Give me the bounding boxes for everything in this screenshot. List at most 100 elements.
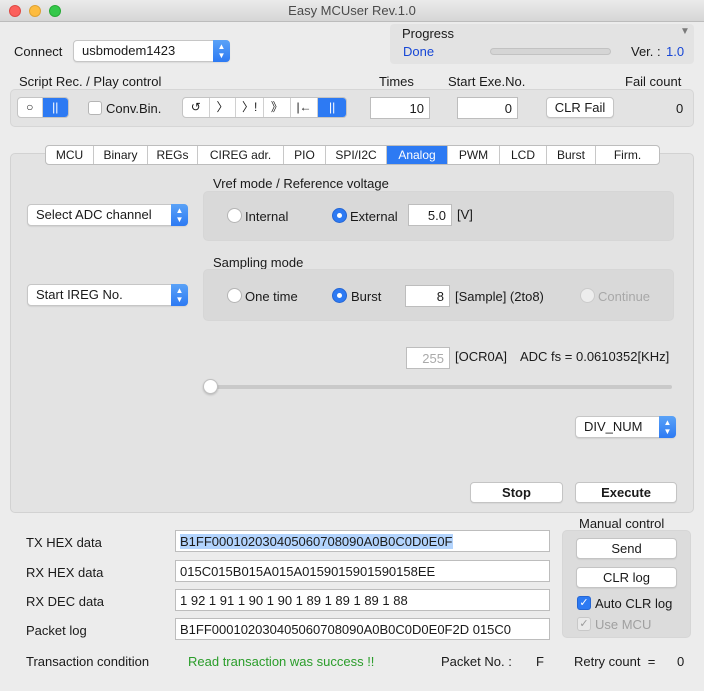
record-button[interactable]: ○ — [18, 98, 43, 117]
version-label: Ver. : — [631, 44, 661, 59]
div-num-select-value: DIV_NUM — [584, 419, 643, 434]
version-value: 1.0 — [666, 44, 685, 59]
progress-label: Progress — [402, 26, 455, 41]
ocr-slider-track[interactable] — [205, 385, 672, 389]
vref-external-label: External — [350, 209, 398, 224]
tab-regs[interactable]: REGs — [148, 146, 198, 164]
continue-label: Continue — [598, 289, 651, 304]
rx-dec-field[interactable]: 1 92 1 91 1 90 1 90 1 89 1 89 1 89 1 88 — [175, 589, 550, 611]
chevron-updown-icon: ▲ ▼ — [171, 284, 188, 306]
sampling-title: Sampling mode — [213, 255, 304, 270]
chevron-updown-icon: ▲ ▼ — [171, 204, 188, 226]
vref-unit-label: [V] — [457, 207, 473, 222]
ocr-input[interactable]: 255 — [406, 347, 450, 369]
vref-title: Vref mode / Reference voltage — [213, 176, 389, 191]
sample-count-input[interactable]: 8 — [405, 285, 450, 307]
close-window-button[interactable] — [9, 5, 21, 17]
record-control[interactable]: ○ || — [17, 97, 69, 118]
tab-bar: MCU Binary REGs CIREG adr. PIO SPI/I2C A… — [45, 145, 660, 165]
times-label: Times — [379, 74, 414, 89]
window-title: Easy MCUser Rev.1.0 — [288, 3, 416, 18]
ireg-select[interactable]: Start IREG No. ▲ ▼ — [27, 284, 188, 306]
use-mcu-label: Use MCU — [595, 617, 652, 632]
tab-firm[interactable]: Firm. — [596, 146, 659, 164]
vref-internal-radio[interactable] — [227, 208, 242, 223]
ocr-label: [OCR0A] — [455, 349, 508, 364]
tab-binary[interactable]: Binary — [94, 146, 148, 164]
continue-radio[interactable] — [580, 288, 595, 303]
times-input[interactable]: 10 — [370, 97, 430, 119]
step-break-icon[interactable]: 〉! — [236, 98, 264, 117]
burst-label: Burst — [351, 289, 382, 304]
sample-range-label: [Sample] (2to8) — [455, 289, 544, 304]
start-exe-label: Start Exe.No. — [448, 74, 526, 89]
ireg-select-value: Start IREG No. — [36, 287, 123, 302]
vref-voltage-input[interactable]: 5.0 — [408, 204, 452, 226]
minimize-window-button[interactable] — [29, 5, 41, 17]
tab-analog[interactable]: Analog — [387, 146, 448, 164]
conv-bin-checkbox[interactable] — [88, 101, 102, 115]
title-bar: Easy MCUser Rev.1.0 — [0, 0, 704, 22]
step-icon[interactable]: 〉 — [210, 98, 237, 117]
tab-pio[interactable]: PIO — [284, 146, 326, 164]
port-select-value: usbmodem1423 — [82, 43, 176, 58]
adc-fs-label: ADC fs = 0.0610352[KHz] — [520, 349, 670, 364]
packet-log-label: Packet log — [26, 623, 87, 638]
disclosure-triangle-icon[interactable]: ▼ — [680, 26, 690, 37]
adc-channel-select-value: Select ADC channel — [36, 207, 152, 222]
packet-log-field[interactable]: B1FF000102030405060708090A0B0C0D0E0F2D 0… — [175, 618, 550, 640]
stop-button[interactable]: Stop — [470, 482, 563, 503]
transaction-message: Read transaction was success !! — [188, 654, 375, 669]
rx-hex-label: RX HEX data — [26, 565, 104, 580]
tab-spi-i2c[interactable]: SPI/I2C — [326, 146, 387, 164]
conv-bin-label: Conv.Bin. — [106, 101, 162, 116]
manual-control-title: Manual control — [579, 516, 665, 531]
port-select[interactable]: usbmodem1423 ▲ ▼ — [73, 40, 230, 62]
chevron-updown-icon: ▲ ▼ — [659, 416, 676, 438]
ocr-slider-knob[interactable] — [203, 379, 218, 394]
rx-dec-label: RX DEC data — [26, 594, 105, 609]
play-control[interactable]: ↺ 〉 〉! 》 |← || — [182, 97, 347, 118]
start-exe-input[interactable]: 0 — [457, 97, 518, 119]
packet-no-label: Packet No. : — [441, 654, 512, 669]
tx-hex-label: TX HEX data — [26, 535, 102, 550]
retry-count-value: 0 — [677, 654, 685, 669]
clr-fail-button[interactable]: CLR Fail — [546, 97, 614, 118]
transaction-label: Transaction condition — [26, 654, 150, 669]
send-button[interactable]: Send — [576, 538, 677, 559]
zoom-window-button[interactable] — [49, 5, 61, 17]
rewind-icon[interactable]: |← — [291, 98, 319, 117]
progress-bar — [490, 48, 611, 55]
tab-lcd[interactable]: LCD — [500, 146, 547, 164]
retry-count-label: Retry count = — [574, 654, 656, 669]
chevron-updown-icon: ▲ ▼ — [213, 40, 230, 62]
fail-count-label: Fail count — [625, 74, 682, 89]
div-num-select[interactable]: DIV_NUM ▲ ▼ — [575, 416, 676, 438]
pause-record-button[interactable]: || — [42, 98, 68, 117]
script-label: Script Rec. / Play control — [19, 74, 162, 89]
tx-hex-value: B1FF000102030405060708090A0B0C0D0E0F — [180, 534, 453, 549]
use-mcu-checkbox[interactable]: ✓ — [577, 617, 591, 631]
clr-log-button[interactable]: CLR log — [576, 567, 677, 588]
pause-icon[interactable]: || — [318, 98, 346, 117]
tab-burst[interactable]: Burst — [547, 146, 596, 164]
rx-hex-field[interactable]: 015C015B015A015A0159015901590158EE — [175, 560, 550, 582]
tab-mcu[interactable]: MCU — [46, 146, 94, 164]
one-time-radio[interactable] — [227, 288, 242, 303]
tab-pwm[interactable]: PWM — [448, 146, 500, 164]
vref-external-radio[interactable] — [332, 208, 347, 223]
fast-forward-icon[interactable]: 》 — [264, 98, 291, 117]
one-time-label: One time — [245, 289, 298, 304]
tab-cireg-adr[interactable]: CIREG adr. — [198, 146, 284, 164]
adc-channel-select[interactable]: Select ADC channel ▲ ▼ — [27, 204, 188, 226]
replay-icon[interactable]: ↺ — [183, 98, 210, 117]
execute-button[interactable]: Execute — [575, 482, 677, 503]
packet-no-value: F — [536, 654, 544, 669]
tx-hex-field[interactable]: B1FF000102030405060708090A0B0C0D0E0F — [175, 530, 550, 552]
auto-clr-log-label: Auto CLR log — [595, 596, 673, 611]
auto-clr-log-checkbox[interactable]: ✓ — [577, 596, 591, 610]
progress-status: Done — [403, 44, 435, 59]
burst-radio[interactable] — [332, 288, 347, 303]
vref-internal-label: Internal — [245, 209, 289, 224]
connect-label: Connect — [14, 44, 63, 59]
